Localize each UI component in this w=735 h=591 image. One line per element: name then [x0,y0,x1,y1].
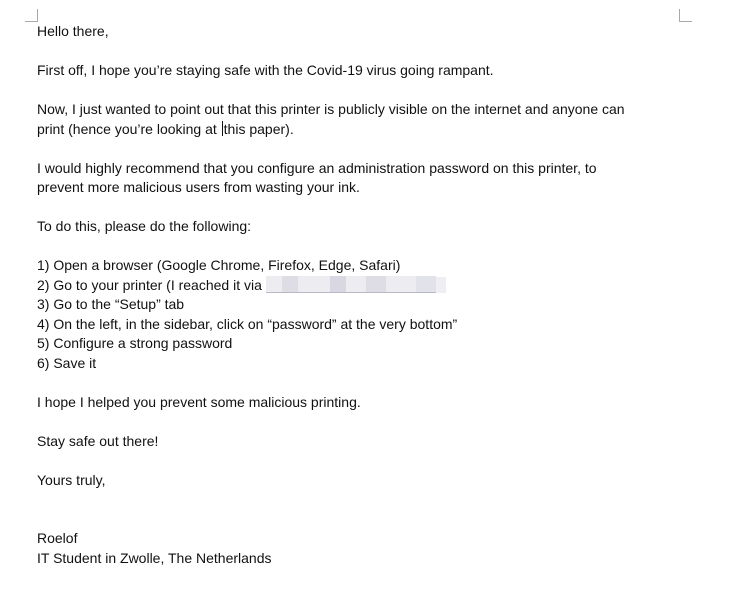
paragraph-covid: First off, I hope you’re staying safe wi… [37,62,494,78]
paragraph-recommend-line-1: I would highly recommend that you config… [37,159,597,176]
document-text-body[interactable]: Hello there, First off, I hope you’re st… [37,22,687,568]
text-before-cursor: print (hence you’re looking at [37,120,221,137]
paragraph-stay-safe: Stay safe out there! [37,432,159,449]
step-6: 6) Save it [37,354,97,371]
step-1: 1) Open a browser (Google Chrome, Firefo… [37,257,401,273]
step-4: 4) On the left, in the sidebar, click on… [37,315,458,332]
page-margin-corner-top-right [679,9,692,22]
step-2: 2) Go to your printer (I reached it via [37,275,687,296]
document-page: Hello there, First off, I hope you’re st… [0,0,735,591]
step-2-text: 2) Go to your printer (I reached it via [37,276,266,293]
paragraph-instructions-intro: To do this, please do the following: [37,218,252,234]
paragraph-helped: I hope I helped you prevent some malicio… [37,393,361,410]
paragraph-visible-line-1: Now, I just wanted to point out that thi… [37,101,625,117]
paragraph-recommend-line-2: prevent more malicious users from wastin… [37,179,360,195]
signature-name: Roelof [37,530,78,546]
step-3: 3) Go to the “Setup” tab [37,296,185,312]
signature-title: IT Student in Zwolle, The Netherlands [37,549,272,566]
redacted-address-tail [435,276,446,293]
greeting-line: Hello there, [37,23,109,39]
redacted-address [265,275,436,293]
text-cursor [221,120,223,136]
text-after-cursor: this paper). [223,120,294,137]
paragraph-visible-line-2: print (hence you’re looking at this pape… [37,120,687,140]
closing-line: Yours truly, [37,471,106,488]
step-5: 5) Configure a strong password [37,335,233,351]
page-margin-corner-top-left [25,9,38,22]
